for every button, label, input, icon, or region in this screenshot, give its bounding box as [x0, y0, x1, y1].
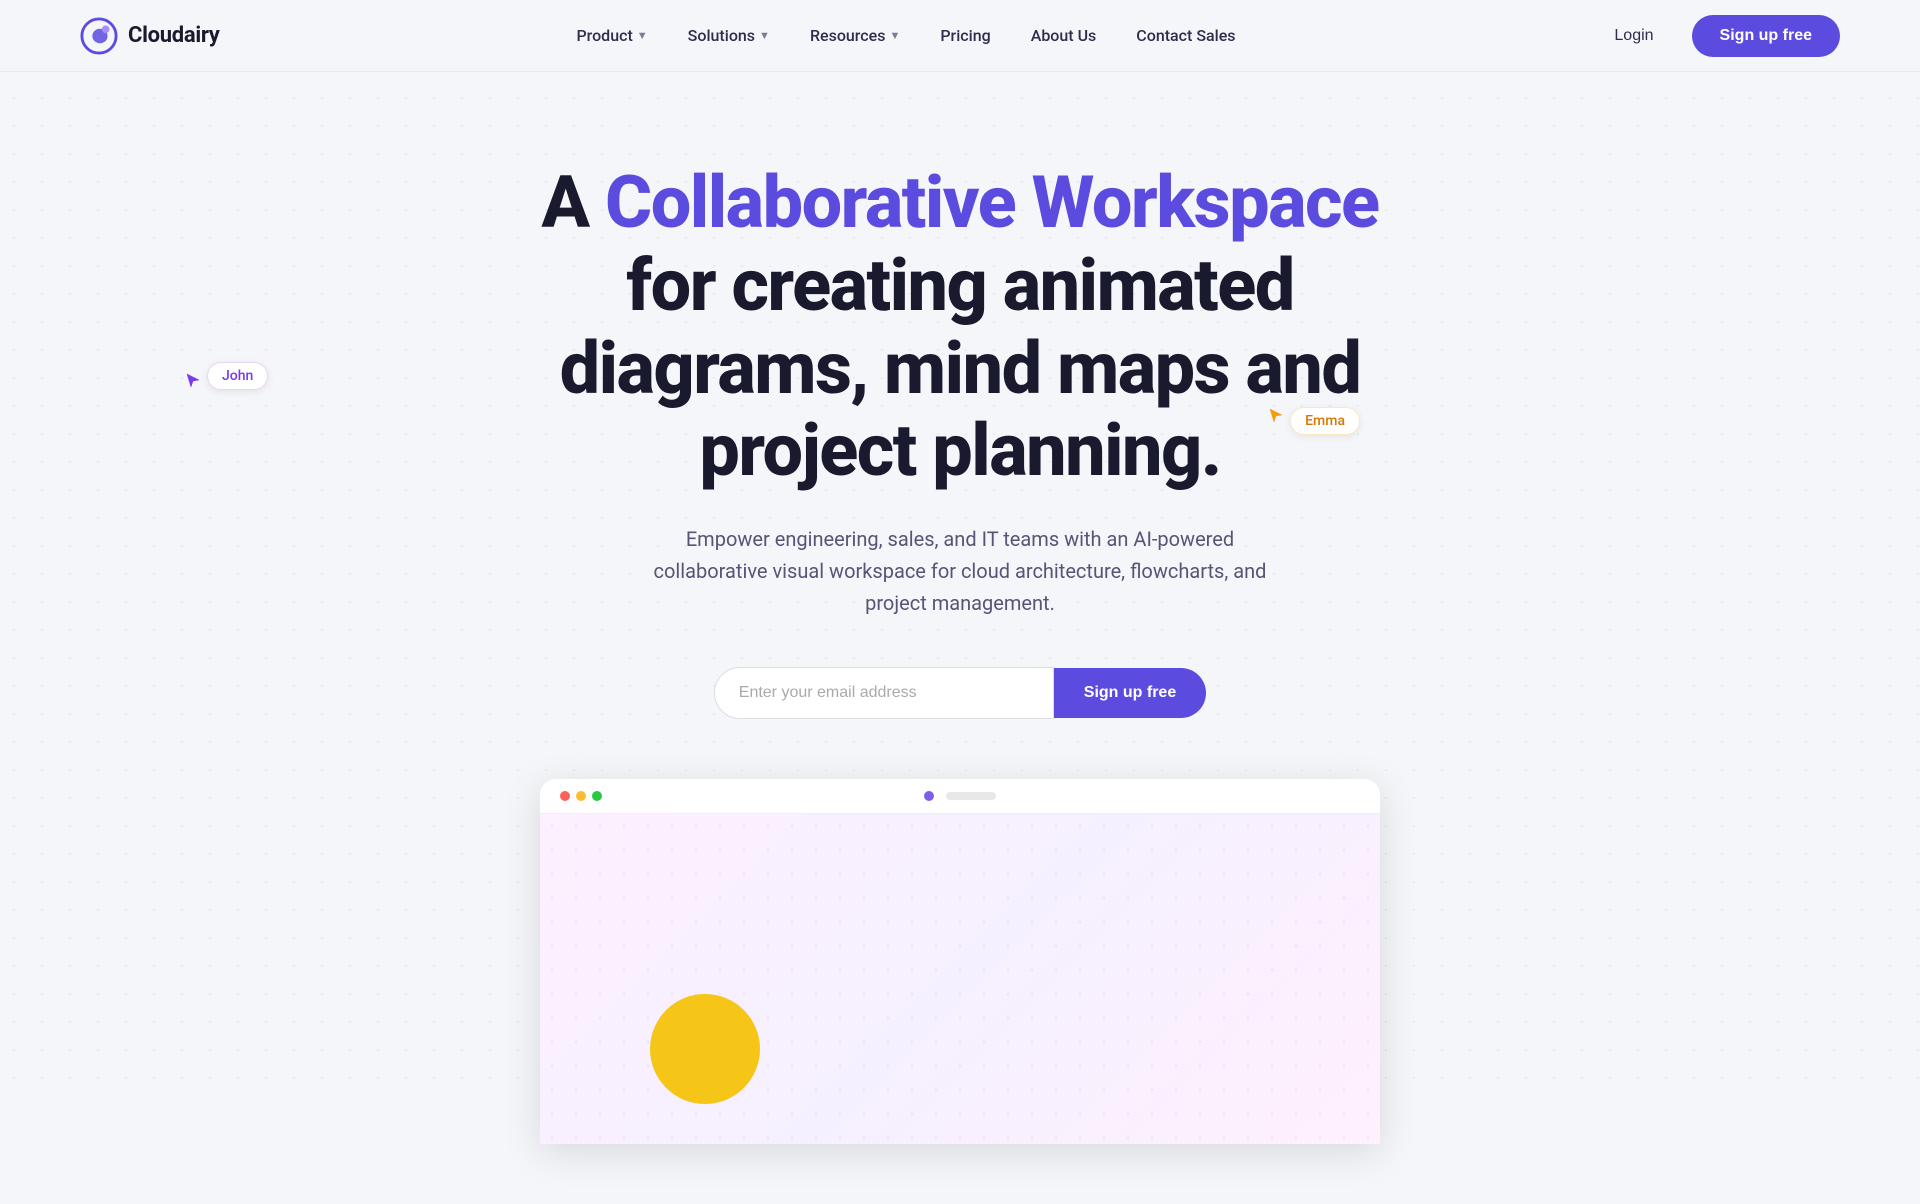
cursor-john-arrow-icon — [185, 372, 203, 390]
titlebar-tab-line — [946, 792, 996, 800]
login-button[interactable]: Login — [1592, 17, 1675, 55]
hero-title-part2: for creating animated diagrams, mind map… — [560, 243, 1361, 494]
logo-text: Cloudairy — [128, 23, 220, 48]
hero-title: A Collaborative Workspace for creating a… — [510, 162, 1410, 493]
cursor-emma-label: Emma — [1290, 407, 1360, 435]
canvas-circle-shape — [650, 994, 760, 1104]
nav-item-pricing[interactable]: Pricing — [924, 18, 1006, 53]
hero-content: A Collaborative Workspace for creating a… — [0, 72, 1920, 1204]
nav-resources-label: Resources — [810, 26, 886, 45]
nav-actions: Login Sign up free — [1592, 15, 1840, 57]
hero-title-highlight: Collaborative Workspace — [605, 160, 1379, 245]
nav-pricing-label: Pricing — [940, 26, 990, 45]
nav-item-product[interactable]: Product ▼ — [560, 18, 663, 53]
dot-red — [560, 791, 570, 801]
solutions-chevron-icon: ▼ — [759, 29, 770, 42]
dot-yellow — [576, 791, 586, 801]
product-chevron-icon: ▼ — [637, 29, 648, 42]
preview-titlebar — [540, 779, 1380, 814]
email-input[interactable] — [714, 667, 1054, 719]
resources-chevron-icon: ▼ — [889, 29, 900, 42]
titlebar-active-tab-dot — [924, 791, 934, 801]
hero-title-part1: A — [541, 160, 605, 245]
nav-product-label: Product — [576, 26, 632, 45]
nav-item-solutions[interactable]: Solutions ▼ — [672, 18, 786, 53]
signup-hero-button[interactable]: Sign up free — [1054, 668, 1206, 718]
hero-section: John Emma A Collaborative Workspace for … — [0, 72, 1920, 1204]
nav-item-resources[interactable]: Resources ▼ — [794, 18, 916, 53]
preview-canvas — [540, 814, 1380, 1144]
nav-solutions-label: Solutions — [688, 26, 755, 45]
titlebar-dots — [560, 791, 602, 801]
nav-about-label: About Us — [1031, 26, 1097, 45]
titlebar-pills — [924, 791, 996, 801]
preview-window — [540, 779, 1380, 1144]
signup-nav-button[interactable]: Sign up free — [1692, 15, 1840, 57]
cursor-emma: Emma — [1268, 407, 1360, 435]
cursor-john: John — [185, 362, 268, 390]
cursor-john-label: John — [207, 362, 268, 390]
nav-contact-label: Contact Sales — [1136, 26, 1235, 45]
nav-links: Product ▼ Solutions ▼ Resources ▼ Pricin… — [560, 18, 1251, 53]
nav-item-about[interactable]: About Us — [1015, 18, 1113, 53]
hero-subtitle: Empower engineering, sales, and IT teams… — [650, 523, 1270, 619]
hero-email-form: Sign up free — [40, 667, 1880, 719]
dot-green — [592, 791, 602, 801]
navigation: Cloudairy Product ▼ Solutions ▼ Resource… — [0, 0, 1920, 72]
logo-icon — [80, 17, 118, 55]
logo-link[interactable]: Cloudairy — [80, 17, 220, 55]
nav-item-contact[interactable]: Contact Sales — [1120, 18, 1251, 53]
cursor-emma-arrow-icon — [1268, 407, 1286, 425]
